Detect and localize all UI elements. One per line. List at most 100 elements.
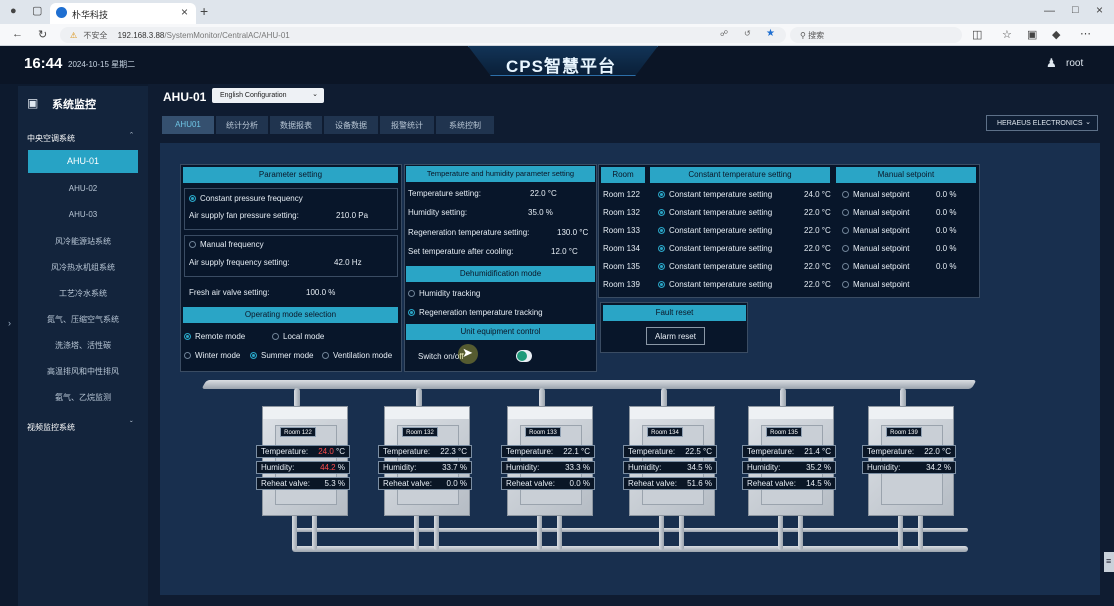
sidebar-item-ahu-03[interactable]: AHU-03 <box>27 210 139 219</box>
url-field[interactable]: ⚠ 不安全 192.168.3.88/SystemMonitor/Central… <box>60 27 786 43</box>
language-select[interactable]: English Configuration ⌄ <box>212 88 324 103</box>
return-drop-pipe <box>659 514 664 550</box>
sidebar-item-gas-monitor[interactable]: 氨气、乙烷监测 <box>27 392 139 403</box>
const-temp-value[interactable]: 22.0 °C <box>804 280 831 289</box>
chevron-down-icon[interactable]: ˇ <box>130 420 133 429</box>
collections-icon[interactable]: ▣ <box>1027 28 1037 41</box>
radio-const-temp[interactable]: Constant temperature setting <box>658 208 772 217</box>
tab-statistics[interactable]: 统计分析 <box>216 116 268 134</box>
back-icon[interactable]: ← <box>12 28 23 40</box>
favorites-icon[interactable]: ☆ <box>1002 28 1012 41</box>
company-select[interactable]: HERAEUS ELECTRONICS ⌄ <box>986 115 1098 131</box>
tab-actions-icon[interactable]: ▢ <box>32 4 42 17</box>
sidebar-item-air-cooled-energy[interactable]: 风冷能源站系统 <box>27 236 139 247</box>
cool-temp-value[interactable]: 12.0 °C <box>551 247 578 256</box>
sidebar-item-process-chilled-water[interactable]: 工艺冷水系统 <box>27 288 139 299</box>
manual-setpoint-value[interactable]: 0.0 % <box>936 226 956 235</box>
radio-const-temp[interactable]: Constant temperature setting <box>658 226 772 235</box>
refresh-page-icon[interactable]: ↺ <box>744 29 751 38</box>
sidebar-item-hot-water-unit[interactable]: 风冷热水机组系统 <box>27 262 139 273</box>
radio-regen-tracking[interactable]: Regeneration temperature tracking <box>408 308 543 317</box>
const-temp-value[interactable]: 22.0 °C <box>804 226 831 235</box>
radio-constant-pressure[interactable]: Constant pressure frequency <box>189 194 303 203</box>
radio-humidity-tracking[interactable]: Humidity tracking <box>408 289 480 298</box>
more-icon[interactable]: ⋯ <box>1080 27 1091 40</box>
radio-manual-setpoint[interactable]: Manual setpoint <box>842 262 909 271</box>
cabinet-top <box>869 407 953 419</box>
supply-drop-pipe <box>539 388 545 408</box>
tab-reports[interactable]: 数据报表 <box>270 116 322 134</box>
temp-setting-value[interactable]: 22.0 °C <box>530 189 557 198</box>
sidebar-item-exhaust[interactable]: 高温排风和中性排风 <box>27 366 139 377</box>
tab-system-control[interactable]: 系统控制 <box>436 116 494 134</box>
reload-icon[interactable]: ↻ <box>38 28 47 41</box>
radio-const-temp[interactable]: Constant temperature setting <box>658 280 772 289</box>
read-aloud-icon[interactable]: ☍ <box>720 29 728 38</box>
radio-winter-mode[interactable]: Winter mode <box>184 351 240 360</box>
sidebar-item-scrubber[interactable]: 洗涤塔、活性碳 <box>27 340 139 351</box>
const-temp-value[interactable]: 22.0 °C <box>804 244 831 253</box>
radio-const-temp[interactable]: Constant temperature setting <box>658 244 772 253</box>
minimize-icon[interactable]: — <box>1044 5 1055 17</box>
alarm-reset-button[interactable]: Alarm reset <box>646 327 705 345</box>
fresh-air-value[interactable]: 100.0 % <box>306 288 335 297</box>
tab-ahu01[interactable]: AHU01 <box>162 116 214 134</box>
manual-setpoint-value[interactable]: 0.0 % <box>936 262 956 271</box>
radio-manual-setpoint[interactable]: Manual setpoint <box>842 226 909 235</box>
user-name[interactable]: root <box>1066 58 1083 69</box>
radio-manual-setpoint[interactable]: Manual setpoint <box>842 244 909 253</box>
browser-search-field[interactable]: ⚲ 搜索 <box>790 27 962 43</box>
cabinet-top <box>508 407 592 419</box>
hum-setting-value[interactable]: 35.0 % <box>528 208 553 217</box>
cabinet-room-label: Room 122 <box>280 427 316 437</box>
radio-summer-mode[interactable]: Summer mode <box>250 351 313 360</box>
warning-icon: ⚠ <box>70 31 78 40</box>
radio-remote-mode[interactable]: Remote mode <box>184 332 245 341</box>
tab-device-data[interactable]: 设备数据 <box>324 116 378 134</box>
sidebar-section-central-ac[interactable]: 中央空调系统 <box>27 133 75 144</box>
extensions-icon[interactable]: ◆ <box>1052 28 1060 41</box>
split-screen-icon[interactable]: ◫ <box>972 28 982 41</box>
tab-close-icon[interactable]: × <box>181 5 188 19</box>
mouse-cursor-icon: ➤ <box>462 345 473 360</box>
room-cell: Room 133 <box>603 226 640 235</box>
manual-setpoint-value[interactable]: 0.0 % <box>936 244 956 253</box>
fan-pressure-value[interactable]: 210.0 Pa <box>336 211 368 220</box>
supply-frequency-value[interactable]: 42.0 Hz <box>334 258 362 267</box>
cabinet-room-label: Room 134 <box>647 427 683 437</box>
const-temp-value[interactable]: 22.0 °C <box>804 262 831 271</box>
radio-manual-setpoint[interactable]: Manual setpoint <box>842 190 909 199</box>
cool-temp-label: Set temperature after cooling: <box>408 247 514 256</box>
radio-local-mode[interactable]: Local mode <box>272 332 324 341</box>
side-drawer-icon[interactable]: ≡ <box>1104 552 1114 572</box>
const-temp-value[interactable]: 24.0 °C <box>804 190 831 199</box>
sidebar-item-ahu-02[interactable]: AHU-02 <box>27 184 139 193</box>
user-icon[interactable]: ♟ <box>1046 56 1057 70</box>
supply-duct <box>201 380 977 389</box>
sidebar-item-nitrogen-air[interactable]: 氮气、压缩空气系统 <box>27 314 139 325</box>
radio-manual-setpoint[interactable]: Manual setpoint <box>842 208 909 217</box>
sidebar-section-video[interactable]: 视频监控系统 <box>27 422 75 433</box>
collapse-handle-icon[interactable]: › <box>8 318 18 336</box>
chevron-up-icon[interactable]: ˆ <box>130 131 133 141</box>
radio-const-temp[interactable]: Constant temperature setting <box>658 190 772 199</box>
favorite-star-icon[interactable]: ★ <box>766 28 775 39</box>
manual-setpoint-value[interactable]: 0.0 % <box>936 208 956 217</box>
regen-temp-value[interactable]: 130.0 °C <box>557 228 588 237</box>
tab-alarm-stats[interactable]: 报警统计 <box>380 116 434 134</box>
radio-manual-frequency[interactable]: Manual frequency <box>189 240 264 249</box>
sidebar-item-ahu-01[interactable]: AHU-01 <box>28 150 138 173</box>
window-close-icon[interactable]: × <box>1096 3 1103 17</box>
manual-setpoint-value[interactable]: 0.0 % <box>936 190 956 199</box>
radio-ventilation-mode[interactable]: Ventilation mode <box>322 351 392 360</box>
unit-power-toggle[interactable] <box>516 350 532 362</box>
radio-const-temp[interactable]: Constant temperature setting <box>658 262 772 271</box>
profile-icon[interactable]: ● <box>10 5 17 17</box>
const-temp-value[interactable]: 22.0 °C <box>804 208 831 217</box>
restore-icon[interactable]: □ <box>1072 4 1079 16</box>
radio-manual-setpoint[interactable]: Manual setpoint <box>842 280 909 289</box>
new-tab-button[interactable]: + <box>200 3 208 19</box>
reheat-valve-readout: Reheat valve: 5.3 % <box>256 477 350 490</box>
th-header: Temperature and humidity parameter setti… <box>406 166 595 182</box>
browser-tab[interactable]: 朴华科技 × <box>50 3 196 24</box>
